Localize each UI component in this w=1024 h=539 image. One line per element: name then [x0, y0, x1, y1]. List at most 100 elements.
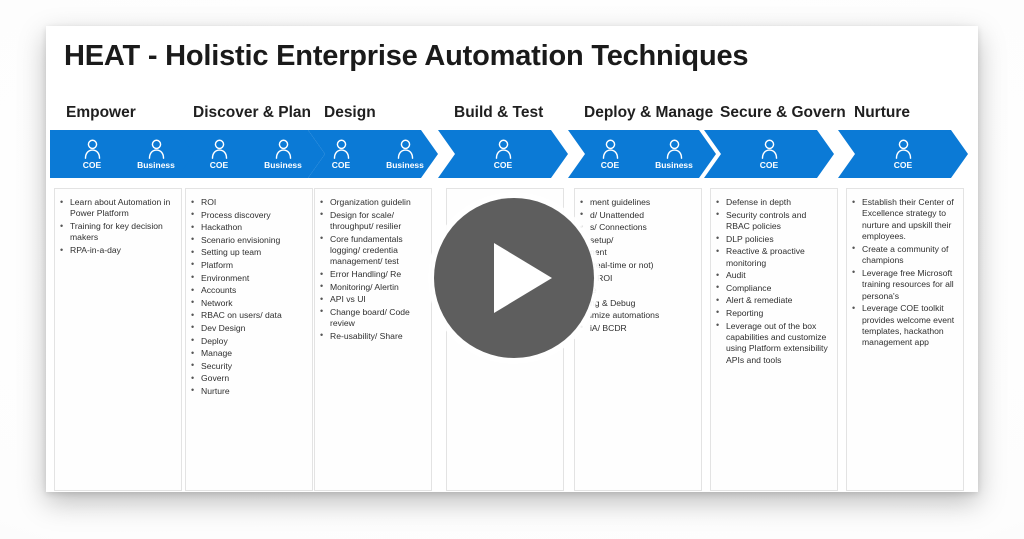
persona-deploy-and-manage-coe: COE — [578, 139, 642, 170]
persona-nurture-coe: COE — [871, 139, 935, 170]
bullet-list-empower: Learn about Automation in Power Platform… — [59, 197, 175, 257]
list-item: Alert & remediate — [715, 295, 831, 307]
phase-header-design: Design — [324, 104, 376, 121]
phase-card-nurture: Establish their Center of Excellence str… — [846, 188, 964, 491]
list-item: Reporting — [715, 307, 831, 319]
list-item: Organization guidelin — [319, 196, 425, 208]
phase-column-design: Design COE Business Organization guidelinDe… — [308, 104, 438, 491]
phase-column-discover-and-plan: Discover & Plan COE Business ROIProcess dis… — [177, 104, 325, 491]
list-item: Accounts — [190, 285, 306, 297]
persona-label: COE — [759, 159, 779, 170]
phase-column-secure-and-govern: Secure & Govern COE Defense in depthSecuri… — [704, 104, 846, 491]
play-button[interactable] — [428, 192, 600, 364]
bullet-list-design: Organization guidelinDesign for scale/ t… — [319, 196, 425, 342]
phase-column-empower: Empower COE Business Learn about Automation… — [50, 104, 198, 491]
list-item: Defense in depth — [715, 196, 831, 208]
list-item: Learn about Automation in Power Platform — [59, 197, 175, 220]
persona-label: Business — [386, 159, 424, 170]
persona-label: COE — [600, 159, 620, 170]
person-icon — [601, 139, 620, 159]
page-title: HEAT - Holistic Enterprise Automation Te… — [64, 40, 749, 72]
person-icon — [210, 139, 229, 159]
phase-arrow-nurture: COE — [838, 130, 968, 178]
phase-header-build-and-test: Build & Test — [454, 104, 544, 121]
persona-label: COE — [82, 159, 102, 170]
persona-label: COE — [893, 159, 913, 170]
persona-build-and-test-coe: COE — [471, 139, 535, 170]
list-item: Monitoring/ Alertin — [319, 281, 425, 293]
list-item: Core fundamentals logging/ credentia man… — [319, 233, 425, 268]
bullet-list-discover-and-plan: ROIProcess discoveryHackathonScenario en… — [190, 196, 306, 397]
list-item: RPA-in-a-day — [59, 244, 175, 256]
list-item: Security controls and RBAC policies — [715, 209, 831, 233]
phase-card-secure-and-govern: Defense in depthSecurity controls and RB… — [710, 188, 838, 491]
list-item: Compliance — [715, 282, 831, 294]
person-icon — [894, 139, 913, 159]
list-item: Create a community of champions — [851, 243, 957, 267]
list-item: Audit — [715, 270, 831, 282]
phase-card-discover-and-plan: ROIProcess discoveryHackathonScenario en… — [185, 188, 313, 491]
phase-arrow-empower: COE Business — [50, 130, 198, 178]
phase-header-deploy-and-manage: Deploy & Manage — [584, 104, 714, 121]
bullet-list-nurture: Establish their Center of Excellence str… — [851, 197, 957, 349]
list-item: Scenario envisioning — [190, 234, 306, 246]
person-icon — [396, 139, 415, 159]
list-item: Change board/ Code review — [319, 306, 425, 330]
persona-deploy-and-manage-business: Business — [642, 139, 706, 170]
persona-discover-and-plan-coe: COE — [187, 139, 251, 170]
play-triangle-icon — [494, 243, 552, 313]
phase-card-design: Organization guidelinDesign for scale/ t… — [314, 188, 432, 491]
list-item: Setting up team — [190, 247, 306, 259]
list-item: ROI — [190, 196, 306, 208]
person-icon — [494, 139, 513, 159]
person-icon — [147, 139, 166, 159]
list-item: RBAC on users/ data — [190, 310, 306, 322]
list-item: Leverage free Microsoft training resourc… — [851, 267, 957, 302]
bullet-list-secure-and-govern: Defense in depthSecurity controls and RB… — [715, 196, 831, 366]
list-item: Re-usability/ Share — [319, 330, 425, 342]
persona-secure-and-govern-coe: COE — [737, 139, 801, 170]
persona-design-coe: COE — [309, 139, 373, 170]
phase-arrow-discover-and-plan: COE Business — [177, 130, 325, 178]
list-item: Network — [190, 297, 306, 309]
list-item: Govern — [190, 373, 306, 385]
list-item: API vs UI — [319, 294, 425, 306]
list-item: Reactive & proactive monitoring — [715, 246, 831, 269]
list-item: Dev Design — [190, 322, 306, 334]
persona-empower-coe: COE — [60, 139, 124, 170]
phase-arrow-build-and-test: COE — [438, 130, 568, 178]
persona-label: Business — [264, 159, 302, 170]
persona-label: Business — [137, 159, 175, 170]
person-icon — [274, 139, 293, 159]
phase-header-nurture: Nurture — [854, 104, 910, 121]
person-icon — [332, 139, 351, 159]
person-icon — [83, 139, 102, 159]
persona-label: COE — [493, 159, 513, 170]
list-item: Manage — [190, 348, 306, 360]
persona-label: Business — [655, 159, 693, 170]
list-item: Platform — [190, 259, 306, 271]
list-item: Leverage COE toolkit provides welcome ev… — [851, 303, 957, 349]
person-icon — [760, 139, 779, 159]
list-item: Design for scale/ throughput/ resilier — [319, 209, 425, 233]
phase-header-secure-and-govern: Secure & Govern — [720, 104, 846, 121]
list-item: Deploy — [190, 335, 306, 347]
persona-discover-and-plan-business: Business — [251, 139, 315, 170]
person-icon — [665, 139, 684, 159]
phase-card-empower: Learn about Automation in Power Platform… — [54, 188, 182, 491]
list-item: Hackathon — [190, 222, 306, 234]
list-item: Establish their Center of Excellence str… — [851, 197, 957, 243]
list-item: Process discovery — [190, 209, 306, 221]
phase-arrow-secure-and-govern: COE — [704, 130, 834, 178]
list-item: Error Handling/ Re — [319, 268, 425, 280]
list-item: Nurture — [190, 385, 306, 397]
list-item: Environment — [190, 272, 306, 284]
list-item: Training for key decision makers — [59, 221, 175, 244]
list-item: Security — [190, 360, 306, 372]
phase-header-discover-and-plan: Discover & Plan — [193, 104, 312, 121]
phase-column-nurture: Nurture COE Establish their Center of Exce… — [838, 104, 968, 491]
persona-design-business: Business — [373, 139, 437, 170]
phase-header-empower: Empower — [66, 104, 136, 121]
persona-label: COE — [209, 159, 229, 170]
persona-label: COE — [331, 159, 351, 170]
